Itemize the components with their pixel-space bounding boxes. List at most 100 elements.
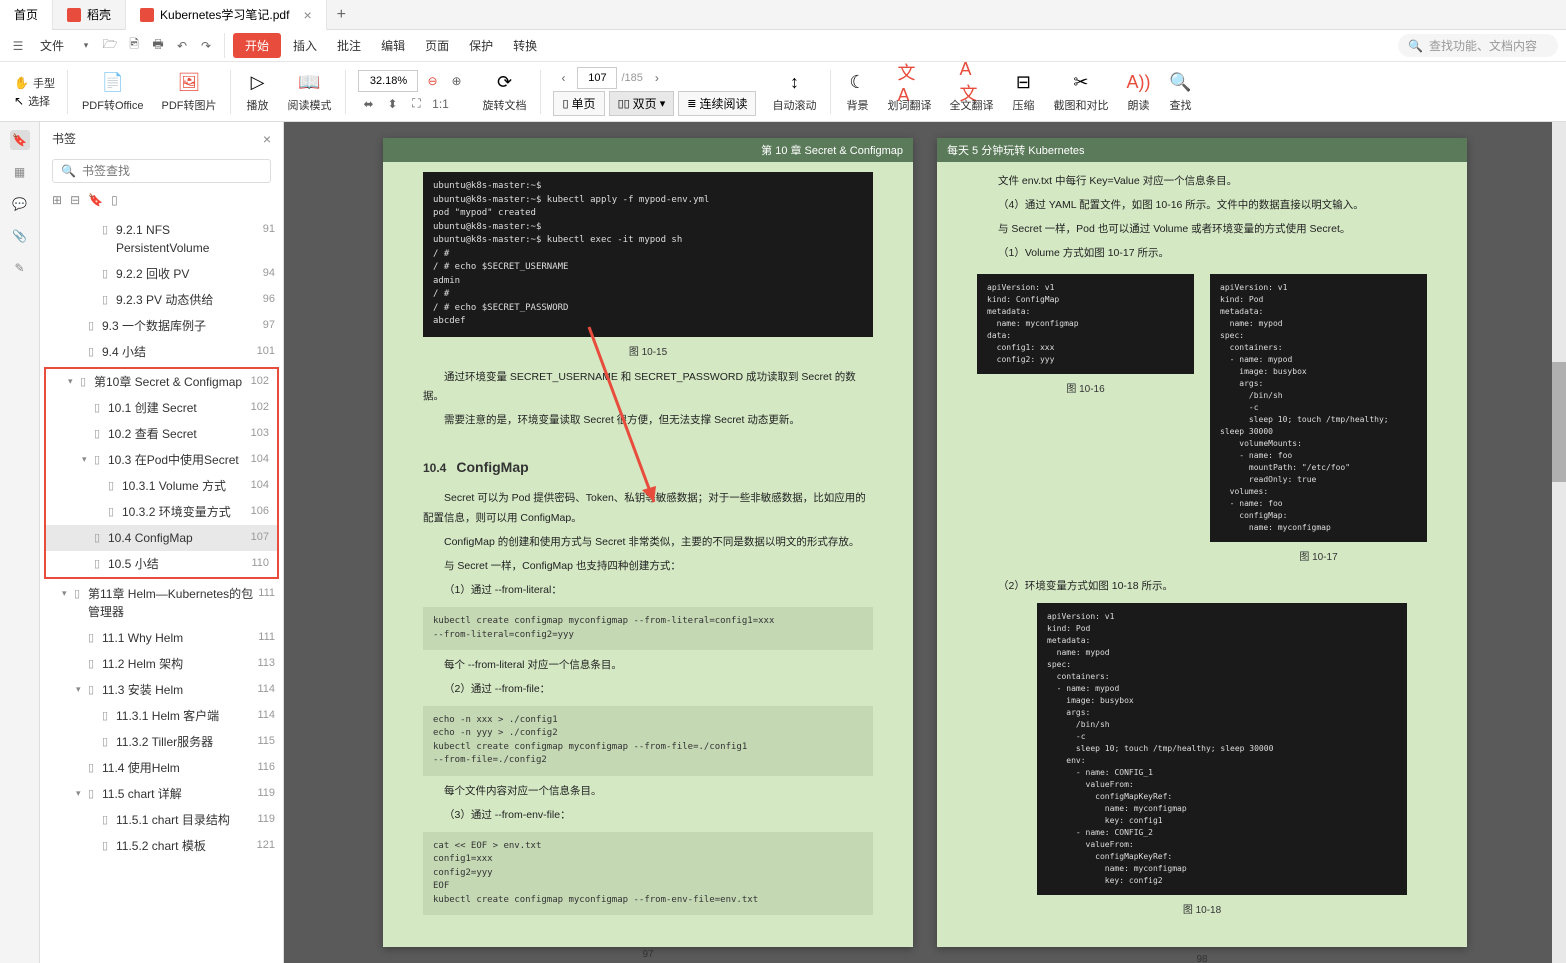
bookmark-item[interactable]: ▯10.2 查看 Secret103 xyxy=(46,421,277,447)
annotate-menu[interactable]: 批注 xyxy=(329,33,369,58)
bookmark-item[interactable]: ▾▯11.3 安装 Helm114 xyxy=(40,677,283,703)
fit-page-icon[interactable]: ⬍ xyxy=(382,94,402,114)
tab-add-button[interactable]: + xyxy=(327,6,356,24)
single-page-button[interactable]: ▯ 单页 xyxy=(553,91,604,116)
bookmark-item[interactable]: ▯10.5 小结110 xyxy=(46,551,277,577)
hand-label[interactable]: 手型 xyxy=(33,75,55,91)
label: 背景 xyxy=(846,97,868,113)
bookmark-item[interactable]: ▯9.2.3 PV 动态供给96 xyxy=(40,287,283,313)
bookmark-item[interactable]: ▯9.2.1 NFS PersistentVolume91 xyxy=(40,217,283,261)
tab-active-doc[interactable]: Kubernetes学习笔记.pdf × xyxy=(126,0,327,30)
bookmark-text: 10.1 创建 Secret xyxy=(108,399,251,417)
search-box[interactable]: 🔍查找功能、文档内容 xyxy=(1398,34,1558,57)
continuous-button[interactable]: ≣ 连续阅读 xyxy=(678,91,756,116)
chevron-down-icon[interactable]: ▾ xyxy=(76,36,96,56)
bookmark-item[interactable]: ▯11.3.2 Tiller服务器115 xyxy=(40,729,283,755)
double-page-button[interactable]: ▯▯ 双页▾ xyxy=(609,91,675,116)
bookmark-item[interactable]: ▯11.3.1 Helm 客户端114 xyxy=(40,703,283,729)
page-menu[interactable]: 页面 xyxy=(417,33,457,58)
page-header: 每天 5 分钟玩转 Kubernetes xyxy=(937,138,1467,162)
hand-icon[interactable]: ✋ xyxy=(14,76,29,90)
compress-button[interactable]: ⊟压缩 xyxy=(1003,69,1043,115)
bookmark-page: 115 xyxy=(257,735,275,747)
comment-rail-icon[interactable]: 💬 xyxy=(10,194,30,214)
vertical-scrollbar[interactable] xyxy=(1552,122,1566,963)
bookmark-item[interactable]: ▯9.2.2 回收 PV94 xyxy=(40,261,283,287)
sidebar-header: 书签 × xyxy=(40,122,283,155)
image-icon: 🖼 xyxy=(177,71,201,95)
bookmark-item[interactable]: ▾▯第10章 Secret & Configmap102 xyxy=(46,369,277,395)
bookmark-item[interactable]: ▯11.5.2 chart 模板121 xyxy=(40,833,283,859)
file-menu[interactable]: 文件 xyxy=(32,33,72,58)
bookmark-search[interactable]: 🔍 xyxy=(52,159,271,183)
thumbnail-rail-icon[interactable]: ▦ xyxy=(10,162,30,182)
play-button[interactable]: ▷播放 xyxy=(237,69,277,115)
fit-width-icon[interactable]: ⬌ xyxy=(358,94,378,114)
open-icon[interactable]: 🗁 xyxy=(100,36,120,56)
menu-icon[interactable]: ☰ xyxy=(8,36,28,56)
zoom-out-icon[interactable]: ⊖ xyxy=(422,71,442,91)
read-mode[interactable]: 📖阅读模式 xyxy=(279,69,339,115)
actual-icon[interactable]: 1:1 xyxy=(430,94,450,114)
background-button[interactable]: ☾背景 xyxy=(837,69,877,115)
bookmark-item[interactable]: ▯11.2 Helm 架构113 xyxy=(40,651,283,677)
attachment-rail-icon[interactable]: 📎 xyxy=(10,226,30,246)
sidebar-close-icon[interactable]: × xyxy=(263,131,271,147)
page-input[interactable] xyxy=(577,67,617,89)
bookmark-item[interactable]: ▯10.3.1 Volume 方式104 xyxy=(46,473,277,499)
speak-button[interactable]: A))朗读 xyxy=(1118,69,1158,115)
undo-icon[interactable]: ↶ xyxy=(172,36,192,56)
full-translate[interactable]: A文全文翻译 xyxy=(941,69,1001,115)
word-translate[interactable]: 文A划词翻译 xyxy=(879,69,939,115)
pdf-to-office[interactable]: 📄PDF转Office xyxy=(74,69,152,115)
page-number: 98 xyxy=(937,946,1467,963)
bookmark-item[interactable]: ▯11.4 使用Helm116 xyxy=(40,755,283,781)
bookmark-item[interactable]: ▯10.1 创建 Secret102 xyxy=(46,395,277,421)
convert-menu[interactable]: 转换 xyxy=(505,33,545,58)
zoom-in-icon[interactable]: ⊕ xyxy=(446,71,466,91)
redo-icon[interactable]: ↷ xyxy=(196,36,216,56)
collapse-icon[interactable]: ⊟ xyxy=(70,193,80,207)
auto-scroll[interactable]: ↕自动滚动 xyxy=(764,69,824,115)
bookmark-rail-icon[interactable]: 🔖 xyxy=(10,130,30,150)
insert-menu[interactable]: 插入 xyxy=(285,33,325,58)
tab-docker[interactable]: 稻壳 xyxy=(53,0,126,30)
scrollbar-thumb[interactable] xyxy=(1552,362,1566,482)
pointer-icon[interactable]: ↖ xyxy=(14,94,24,108)
tab-home[interactable]: 首页 xyxy=(0,0,53,30)
close-icon[interactable]: × xyxy=(303,7,311,23)
bookmark-search-input[interactable] xyxy=(82,164,262,178)
bookmark-item[interactable]: ▯10.3.2 环境变量方式106 xyxy=(46,499,277,525)
bookmark-item[interactable]: ▾▯10.3 在Pod中使用Secret104 xyxy=(46,447,277,473)
next-page-icon[interactable]: › xyxy=(647,68,667,88)
protect-menu[interactable]: 保护 xyxy=(461,33,501,58)
bookmark-icon[interactable]: ▯ xyxy=(111,193,118,207)
start-menu[interactable]: 开始 xyxy=(233,33,281,58)
bookmark-item[interactable]: ▾▯第11章 Helm—Kubernetes的包管理器111 xyxy=(40,581,283,625)
select-label[interactable]: 选择 xyxy=(28,93,50,109)
document-viewport[interactable]: 第 10 章 Secret & Configmap ubuntu@k8s-mas… xyxy=(284,122,1566,963)
bookmark-item[interactable]: ▯9.4 小结101 xyxy=(40,339,283,365)
print-icon[interactable]: 🖶 xyxy=(148,36,168,56)
tools-rail-icon[interactable]: ✎ xyxy=(10,258,30,278)
find-button[interactable]: 🔍查找 xyxy=(1160,69,1200,115)
pdf-to-image[interactable]: 🖼PDF转图片 xyxy=(153,69,224,115)
bookmark-item[interactable]: ▾▯11.5 chart 详解119 xyxy=(40,781,283,807)
bookmark-page: 94 xyxy=(263,267,275,279)
bookmark-add-icon[interactable]: 🔖 xyxy=(88,193,103,207)
fit-icon[interactable]: ⛶ xyxy=(406,94,426,114)
bookmark-item[interactable]: ▯11.5.1 chart 目录结构119 xyxy=(40,807,283,833)
rotate-button[interactable]: ⟳旋转文档 xyxy=(474,69,534,115)
crop-button[interactable]: ✂截图和对比 xyxy=(1045,69,1116,115)
zoom-input[interactable] xyxy=(358,70,418,92)
bookmark-text: 10.2 查看 Secret xyxy=(108,425,251,443)
heading-text: ConfigMap xyxy=(456,459,528,475)
expand-icon[interactable]: ⊞ xyxy=(52,193,62,207)
edit-menu[interactable]: 编辑 xyxy=(373,33,413,58)
share-icon[interactable]: 🖻 xyxy=(124,36,144,56)
prev-page-icon[interactable]: ‹ xyxy=(553,68,573,88)
tab-label: Kubernetes学习笔记.pdf xyxy=(160,6,289,23)
bookmark-item[interactable]: ▯10.4 ConfigMap107 xyxy=(46,525,277,551)
bookmark-item[interactable]: ▯9.3 一个数据库例子97 xyxy=(40,313,283,339)
bookmark-item[interactable]: ▯11.1 Why Helm111 xyxy=(40,625,283,651)
